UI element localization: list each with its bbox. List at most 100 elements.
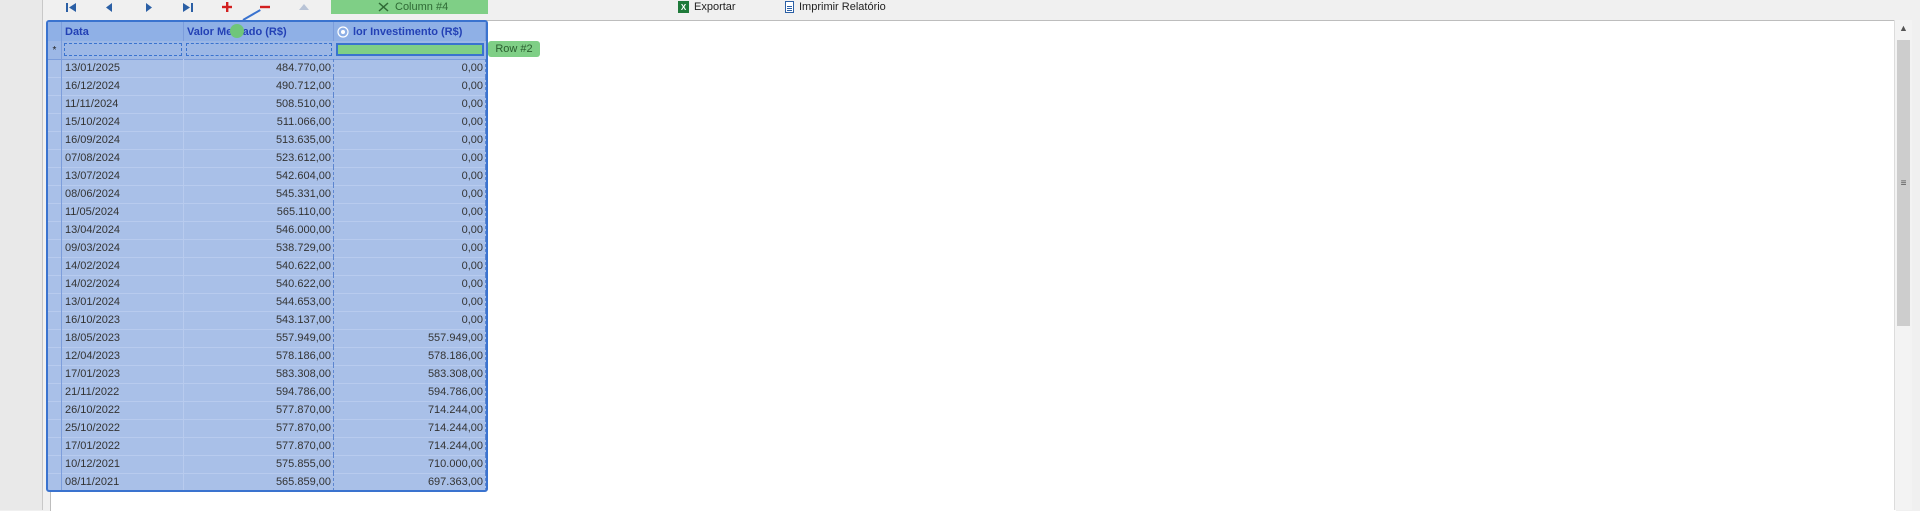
row-selector[interactable] bbox=[48, 275, 62, 293]
table-row[interactable]: 09/03/2024 538.729,00 0,00 bbox=[48, 239, 486, 258]
date-cell[interactable]: 14/02/2024 bbox=[62, 257, 184, 275]
market-value-cell[interactable]: 484.770,00 bbox=[184, 59, 334, 77]
date-cell[interactable]: 17/01/2023 bbox=[62, 365, 184, 383]
column-header-investment-value[interactable]: lor Investimento (R$) bbox=[334, 22, 486, 41]
date-cell[interactable]: 08/06/2024 bbox=[62, 185, 184, 203]
table-row[interactable]: 26/10/2022 577.870,00 714.244,00 bbox=[48, 401, 486, 420]
row-selector[interactable] bbox=[48, 149, 62, 167]
remove-record-button[interactable] bbox=[257, 0, 273, 14]
table-row[interactable]: 17/01/2022 577.870,00 714.244,00 bbox=[48, 437, 486, 456]
investment-value-cell[interactable]: 0,00 bbox=[334, 77, 486, 95]
market-value-cell[interactable]: 583.308,00 bbox=[184, 365, 334, 383]
investment-value-cell[interactable]: 0,00 bbox=[334, 59, 486, 77]
new-row[interactable]: * bbox=[48, 41, 486, 60]
investment-value-cell[interactable]: 0,00 bbox=[334, 293, 486, 311]
market-value-cell[interactable]: 523.612,00 bbox=[184, 149, 334, 167]
date-cell[interactable]: 17/01/2022 bbox=[62, 437, 184, 455]
add-record-button[interactable] bbox=[219, 0, 235, 14]
market-value-cell[interactable]: 565.110,00 bbox=[184, 203, 334, 221]
market-value-cell[interactable]: 511.066,00 bbox=[184, 113, 334, 131]
table-row[interactable]: 13/01/2025 484.770,00 0,00 bbox=[48, 59, 486, 78]
table-row[interactable]: 07/08/2024 523.612,00 0,00 bbox=[48, 149, 486, 168]
investment-value-cell[interactable]: 0,00 bbox=[334, 257, 486, 275]
investment-value-cell[interactable]: 714.244,00 bbox=[334, 419, 486, 437]
table-row[interactable]: 13/07/2024 542.604,00 0,00 bbox=[48, 167, 486, 186]
export-button[interactable]: X Exportar bbox=[678, 0, 736, 14]
row-selector[interactable] bbox=[48, 473, 62, 490]
investment-value-cell[interactable]: 0,00 bbox=[334, 275, 486, 293]
table-row[interactable]: 11/05/2024 565.110,00 0,00 bbox=[48, 203, 486, 222]
table-row[interactable]: 16/09/2024 513.635,00 0,00 bbox=[48, 131, 486, 150]
investment-value-cell[interactable]: 0,00 bbox=[334, 131, 486, 149]
table-row[interactable]: 13/01/2024 544.653,00 0,00 bbox=[48, 293, 486, 312]
vertical-scrollbar[interactable]: ▲ ≡ bbox=[1894, 20, 1912, 510]
market-value-cell[interactable]: 538.729,00 bbox=[184, 239, 334, 257]
date-cell[interactable]: 09/03/2024 bbox=[62, 239, 184, 257]
date-cell[interactable]: 13/01/2025 bbox=[62, 59, 184, 77]
table-row[interactable]: 13/04/2024 546.000,00 0,00 bbox=[48, 221, 486, 240]
row-selector[interactable] bbox=[48, 257, 62, 275]
table-row[interactable]: 11/11/2024 508.510,00 0,00 bbox=[48, 95, 486, 114]
table-row[interactable]: 25/10/2022 577.870,00 714.244,00 bbox=[48, 419, 486, 438]
print-report-button[interactable]: Imprimir Relatório bbox=[785, 0, 886, 14]
row-selector[interactable] bbox=[48, 455, 62, 473]
date-cell[interactable]: 16/09/2024 bbox=[62, 131, 184, 149]
new-row-date-cell[interactable] bbox=[64, 43, 182, 56]
market-value-cell[interactable]: 577.870,00 bbox=[184, 437, 334, 455]
market-value-cell[interactable]: 575.855,00 bbox=[184, 455, 334, 473]
table-row[interactable]: 16/12/2024 490.712,00 0,00 bbox=[48, 77, 486, 96]
table-row[interactable]: 16/10/2023 543.137,00 0,00 bbox=[48, 311, 486, 330]
table-row[interactable]: 08/11/2021 565.859,00 697.363,00 bbox=[48, 473, 486, 490]
table-row[interactable]: 15/10/2024 511.066,00 0,00 bbox=[48, 113, 486, 132]
date-cell[interactable]: 13/01/2024 bbox=[62, 293, 184, 311]
investment-value-cell[interactable]: 0,00 bbox=[334, 203, 486, 221]
drag-handle[interactable] bbox=[230, 24, 244, 38]
new-row-investment-cell[interactable] bbox=[336, 43, 484, 56]
date-cell[interactable]: 13/07/2024 bbox=[62, 167, 184, 185]
row-selector[interactable] bbox=[48, 239, 62, 257]
investment-value-cell[interactable]: 583.308,00 bbox=[334, 365, 486, 383]
market-value-cell[interactable]: 577.870,00 bbox=[184, 419, 334, 437]
date-cell[interactable]: 15/10/2024 bbox=[62, 113, 184, 131]
investment-value-cell[interactable]: 0,00 bbox=[334, 185, 486, 203]
row-selector[interactable] bbox=[48, 95, 62, 113]
date-cell[interactable]: 08/11/2021 bbox=[62, 473, 184, 490]
table-row[interactable]: 08/06/2024 545.331,00 0,00 bbox=[48, 185, 486, 204]
row-selector[interactable] bbox=[48, 311, 62, 329]
market-value-cell[interactable]: 540.622,00 bbox=[184, 275, 334, 293]
table-row[interactable]: 21/11/2022 594.786,00 594.786,00 bbox=[48, 383, 486, 402]
table-row[interactable]: 18/05/2023 557.949,00 557.949,00 bbox=[48, 329, 486, 348]
market-value-cell[interactable]: 490.712,00 bbox=[184, 77, 334, 95]
table-row[interactable]: 10/12/2021 575.855,00 710.000,00 bbox=[48, 455, 486, 474]
date-cell[interactable]: 16/10/2023 bbox=[62, 311, 184, 329]
date-cell[interactable]: 18/05/2023 bbox=[62, 329, 184, 347]
new-row-value-cell[interactable] bbox=[186, 43, 332, 56]
market-value-cell[interactable]: 545.331,00 bbox=[184, 185, 334, 203]
row-selector[interactable] bbox=[48, 347, 62, 365]
investment-value-cell[interactable]: 578.186,00 bbox=[334, 347, 486, 365]
row-selector[interactable] bbox=[48, 113, 62, 131]
market-value-cell[interactable]: 542.604,00 bbox=[184, 167, 334, 185]
table-row[interactable]: 12/04/2023 578.186,00 578.186,00 bbox=[48, 347, 486, 366]
market-value-cell[interactable]: 546.000,00 bbox=[184, 221, 334, 239]
row-selector[interactable] bbox=[48, 77, 62, 95]
row-selector[interactable] bbox=[48, 419, 62, 437]
date-cell[interactable]: 13/04/2024 bbox=[62, 221, 184, 239]
previous-record-button[interactable] bbox=[101, 0, 117, 14]
date-cell[interactable]: 25/10/2022 bbox=[62, 419, 184, 437]
row-selector[interactable] bbox=[48, 131, 62, 149]
market-value-cell[interactable]: 513.635,00 bbox=[184, 131, 334, 149]
row-selector[interactable] bbox=[48, 203, 62, 221]
date-cell[interactable]: 21/11/2022 bbox=[62, 383, 184, 401]
row-selector[interactable] bbox=[48, 365, 62, 383]
row-selector[interactable] bbox=[48, 293, 62, 311]
investment-value-cell[interactable]: 714.244,00 bbox=[334, 401, 486, 419]
investment-value-cell[interactable]: 0,00 bbox=[334, 239, 486, 257]
data-grid[interactable]: Data Valor Mercado (R$) lor Investimento… bbox=[46, 20, 488, 492]
table-row[interactable]: 14/02/2024 540.622,00 0,00 bbox=[48, 257, 486, 276]
date-cell[interactable]: 07/08/2024 bbox=[62, 149, 184, 167]
row-selector[interactable] bbox=[48, 185, 62, 203]
market-value-cell[interactable]: 578.186,00 bbox=[184, 347, 334, 365]
market-value-cell[interactable]: 544.653,00 bbox=[184, 293, 334, 311]
row-selector[interactable] bbox=[48, 329, 62, 347]
